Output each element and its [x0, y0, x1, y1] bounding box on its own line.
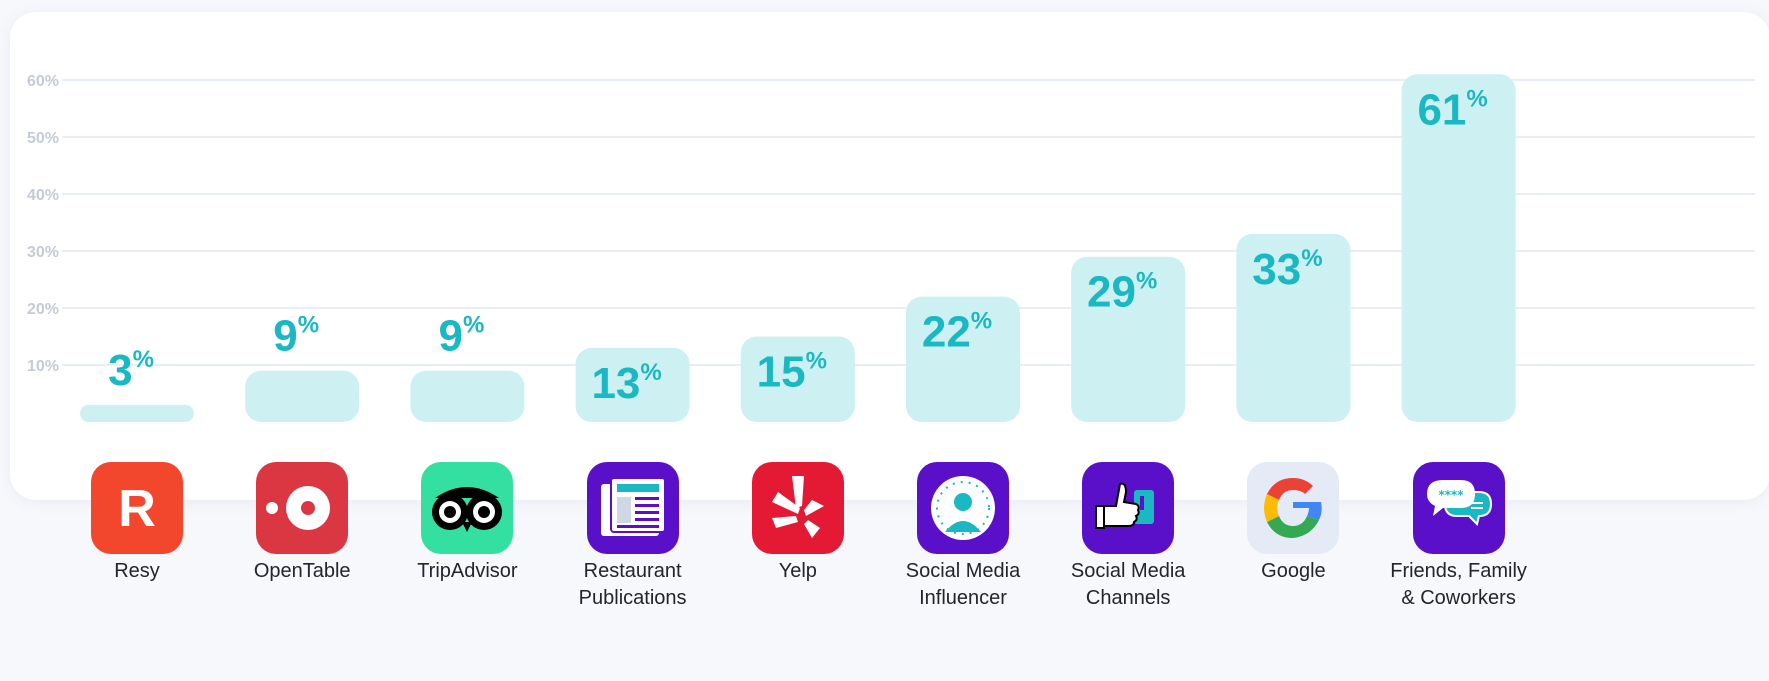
svg-text:R: R [118, 480, 156, 538]
bar-value-label: 9% [273, 312, 319, 361]
category-label-line: Yelp [778, 560, 817, 582]
category-label: TripAdvisor [372, 558, 562, 585]
influencer-icon [917, 462, 1009, 554]
bar [80, 404, 194, 422]
category-label: Resy [42, 558, 232, 585]
category-label: Social Media Channels [1033, 558, 1223, 612]
yelp-icon [751, 462, 844, 554]
y-tick-label: 40% [27, 187, 59, 204]
category-label-line: Publications [578, 587, 687, 609]
y-tick-label: 10% [27, 358, 59, 375]
tripadvisor-icon [421, 462, 514, 554]
category-label-line: Social Media [1070, 560, 1186, 582]
category-label-line: & Coworkers [1401, 587, 1516, 609]
category-label-line: Influencer [919, 587, 1007, 609]
category-label-line: Friends, Family [1390, 560, 1527, 582]
category-label: OpenTable [207, 558, 397, 585]
category-label: Yelp [703, 558, 893, 585]
newspaper-icon [586, 462, 679, 554]
category-label-line: OpenTable [253, 560, 351, 582]
category-label-line: TripAdvisor [417, 560, 518, 582]
category-label: Social Media Influencer [868, 558, 1058, 612]
bar [245, 370, 360, 422]
category-label-line: Restaurant [583, 560, 682, 582]
google-icon [1247, 462, 1340, 554]
thumbs-up-phone-icon [1082, 462, 1175, 554]
y-tick-label: 30% [27, 244, 59, 261]
y-tick-label: 50% [27, 130, 59, 147]
category-label-line: Channels [1085, 587, 1171, 609]
category-label-line: Google [1261, 560, 1326, 582]
y-tick-label: 20% [27, 301, 59, 318]
bar-value-label: 3% [108, 346, 154, 395]
resy-icon: R [91, 462, 183, 554]
category-label: Restaurant Publications [538, 558, 728, 612]
chat-bubbles-icon: **** [1412, 462, 1505, 554]
bar-value-label: 9% [438, 312, 484, 361]
category-label: Google [1198, 558, 1388, 585]
category-label-line: Social Media [905, 560, 1021, 582]
y-tick-label: 60% [27, 73, 59, 90]
opentable-icon [256, 462, 349, 554]
category-label-line: Resy [114, 560, 160, 582]
category-label: Friends, Family & Coworkers [1364, 558, 1554, 612]
bar [410, 370, 525, 422]
svg-text:****: **** [1438, 488, 1464, 502]
